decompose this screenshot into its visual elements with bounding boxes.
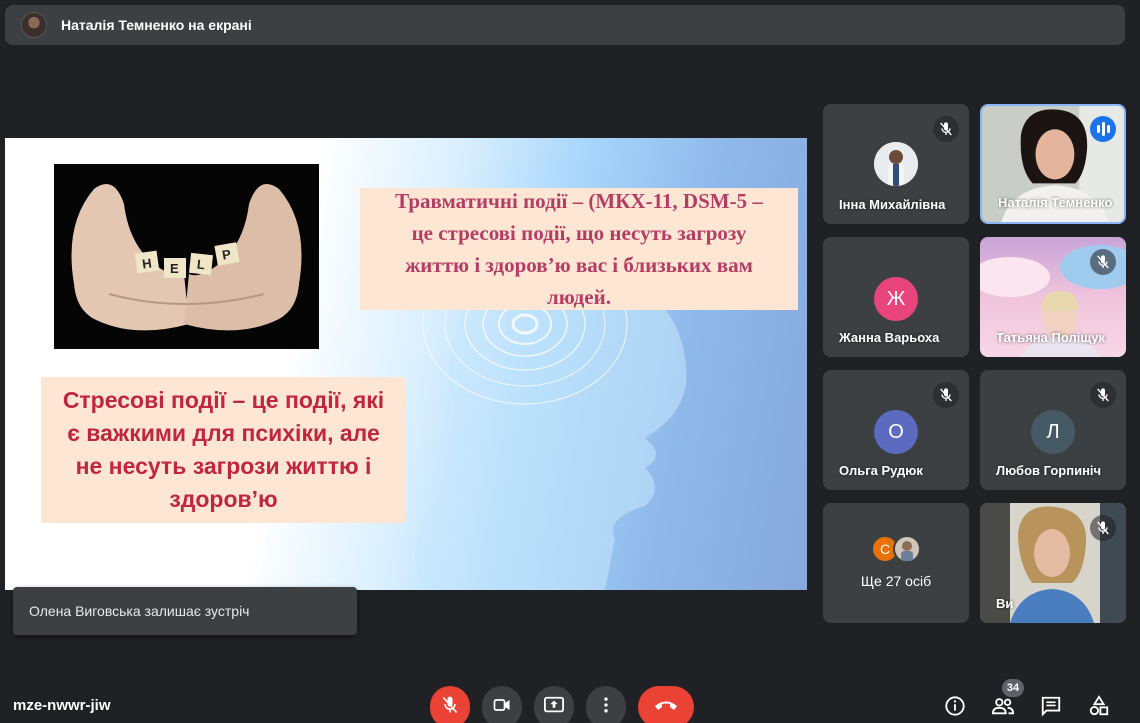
- chat-button[interactable]: [1035, 692, 1067, 723]
- participant-name: Ольга Рудюк: [839, 463, 923, 478]
- participant-avatar-letter: О: [874, 410, 918, 454]
- participant-name: Інна Михайлівна: [839, 197, 946, 212]
- notification-toast: Олена Виговська залишає зустріч: [13, 587, 357, 635]
- help-hands-image: H E L P: [54, 164, 319, 349]
- toast-text: Олена Виговська залишає зустріч: [29, 603, 250, 619]
- leave-call-button[interactable]: [638, 686, 694, 723]
- mic-off-icon: [1090, 382, 1116, 408]
- slide-text-box-traumatic: Травматичні події – (МКХ-11, DSM-5 – це …: [360, 188, 798, 310]
- activities-icon: [1088, 694, 1110, 722]
- mic-off-icon: [440, 695, 460, 720]
- meeting-info-button[interactable]: [939, 692, 971, 723]
- participant-name: Ви: [996, 596, 1014, 611]
- meet-window: Наталія Темненко на екрані H E L P Травм…: [0, 0, 1140, 723]
- more-participants-avatars: С: [871, 535, 921, 563]
- participant-avatar-letter: Ж: [874, 277, 918, 321]
- more-participants-label: Ще 27 осіб: [860, 573, 932, 589]
- mic-off-icon: [1090, 249, 1116, 275]
- svg-text:L: L: [196, 257, 206, 273]
- call-end-icon: [653, 695, 679, 720]
- presenter-avatar: [21, 12, 47, 38]
- presenter-label: Наталія Темненко на екрані: [61, 17, 252, 33]
- shared-screen-slide: H E L P Травматичні події – (МКХ-11, DSM…: [5, 138, 807, 590]
- more-options-button[interactable]: [586, 686, 626, 723]
- participant-name: Жанна Варьоха: [839, 330, 940, 345]
- mic-off-icon: [933, 116, 959, 142]
- svg-text:E: E: [170, 261, 179, 276]
- participant-name: Любов Горпиніч: [996, 463, 1102, 478]
- mic-toggle-button[interactable]: [430, 686, 470, 723]
- participant-avatar-letter: Л: [1031, 410, 1075, 454]
- slide-text-box-stress: Стресові події – це події, які є важкими…: [41, 377, 406, 523]
- meeting-code[interactable]: mze-nwwr-jiw: [13, 697, 111, 714]
- participant-tile-natalia[interactable]: Наталія Темненко: [980, 104, 1126, 224]
- participants-count-badge: 34: [1002, 679, 1024, 697]
- traumatic-events-text: Травматичні події – (МКХ-11, DSM-5 – це …: [395, 189, 763, 309]
- participant-name: Наталія Темненко: [998, 195, 1113, 210]
- speaking-indicator-icon: [1090, 116, 1116, 142]
- participant-tile-lyubov[interactable]: Л Любов Горпиніч: [980, 370, 1126, 490]
- present-to-all-icon: [543, 695, 565, 720]
- mic-off-icon: [1090, 515, 1116, 541]
- presenter-bar: Наталія Темненко на екрані: [5, 5, 1125, 45]
- participant-tile-tatiana[interactable]: Татьяна Поліщук: [980, 237, 1126, 357]
- people-icon: [991, 695, 1015, 722]
- more-participants-tile[interactable]: С Ще 27 осіб: [823, 503, 969, 623]
- chat-icon: [1040, 695, 1062, 722]
- participant-tile-self[interactable]: Ви: [980, 503, 1126, 623]
- participant-name: Татьяна Поліщук: [996, 330, 1106, 345]
- more-vert-icon: [596, 695, 616, 720]
- videocam-icon: [492, 695, 512, 720]
- participant-tile-zhanna[interactable]: Ж Жанна Варьоха: [823, 237, 969, 357]
- participant-tile-inna[interactable]: Інна Михайлівна: [823, 104, 969, 224]
- activities-button[interactable]: [1083, 692, 1115, 723]
- camera-toggle-button[interactable]: [482, 686, 522, 723]
- participant-avatar-photo: [874, 142, 918, 186]
- mic-off-icon: [933, 382, 959, 408]
- info-icon: [944, 695, 966, 722]
- stress-events-text: Стресові події – це події, які є важкими…: [62, 387, 385, 512]
- participant-tile-olga[interactable]: О Ольга Рудюк: [823, 370, 969, 490]
- present-screen-button[interactable]: [534, 686, 574, 723]
- mini-avatar-photo: [893, 535, 921, 563]
